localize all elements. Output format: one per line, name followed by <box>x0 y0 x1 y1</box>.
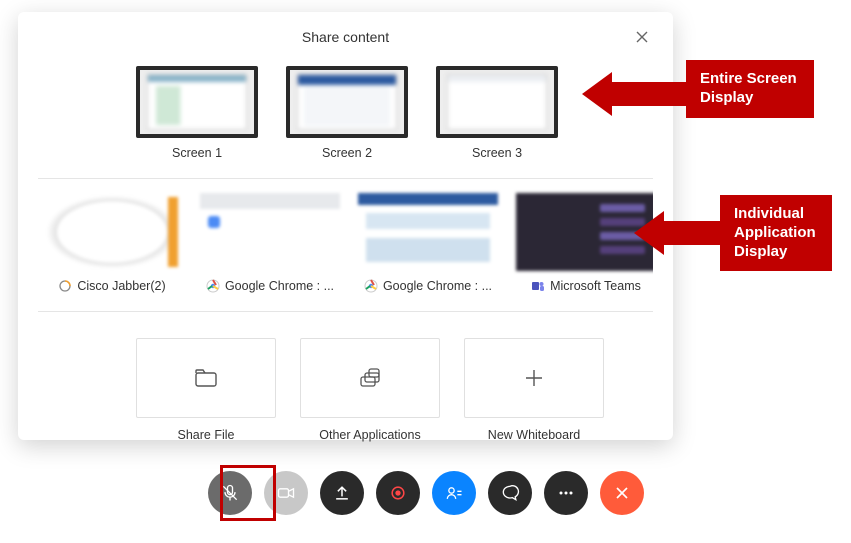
chrome-icon <box>364 279 378 293</box>
app-label: Google Chrome : ... <box>206 279 334 293</box>
end-call-button[interactable] <box>600 471 644 515</box>
share-button[interactable] <box>320 471 364 515</box>
app-label: Cisco Jabber(2) <box>58 279 165 293</box>
screen-label: Screen 2 <box>322 146 372 160</box>
app-label-text: Microsoft Teams <box>550 279 641 293</box>
app-preview <box>516 193 653 271</box>
screen-preview <box>436 66 558 138</box>
app-label: Google Chrome : ... <box>364 279 492 293</box>
participants-icon <box>444 483 464 503</box>
arrow-shaft <box>664 221 720 245</box>
app-label-text: Google Chrome : ... <box>225 279 334 293</box>
arrow-head-icon <box>634 211 664 255</box>
app-thumb-chrome-2[interactable]: Google Chrome : ... <box>358 193 498 293</box>
app-preview <box>42 193 182 271</box>
screen-label: Screen 3 <box>472 146 522 160</box>
app-label: Microsoft Teams <box>531 279 641 293</box>
app-label-text: Google Chrome : ... <box>383 279 492 293</box>
annotation-arrow <box>582 72 686 116</box>
callout-text: Individual Application Display <box>734 205 816 260</box>
folder-icon <box>193 365 219 391</box>
app-preview <box>200 193 340 271</box>
more-icon <box>556 483 576 503</box>
close-button[interactable] <box>631 26 653 48</box>
share-file-button[interactable] <box>136 338 276 418</box>
app-thumb-chrome-1[interactable]: Google Chrome : ... <box>200 193 340 293</box>
options-row: Share File Other Applications New Whiteb… <box>38 338 653 442</box>
participants-button[interactable] <box>432 471 476 515</box>
teams-icon <box>531 279 545 293</box>
screen-thumb-2[interactable]: Screen 2 <box>286 66 408 160</box>
callout-text: Entire Screen Display <box>700 70 797 106</box>
more-options-button[interactable] <box>544 471 588 515</box>
jabber-icon <box>58 279 72 293</box>
share-upload-icon <box>332 483 352 503</box>
stack-icon <box>357 365 383 391</box>
screen-label: Screen 1 <box>172 146 222 160</box>
annotation-callout-screens: Entire Screen Display <box>686 60 814 118</box>
option-label: New Whiteboard <box>488 428 580 442</box>
screens-row: Screen 1 Screen 2 Screen 3 <box>38 66 653 160</box>
screen-preview <box>286 66 408 138</box>
option-label: Share File <box>178 428 235 442</box>
share-scroll-area: Screen 1 Screen 2 Screen 3 <box>38 66 653 442</box>
share-content-panel: Share content Screen 1 Screen 2 <box>18 12 673 440</box>
close-icon <box>636 31 648 43</box>
apps-row: Cisco Jabber(2) Google Chrome : ... <box>38 193 653 293</box>
chat-button[interactable] <box>488 471 532 515</box>
chrome-icon <box>206 279 220 293</box>
app-thumb-jabber[interactable]: Cisco Jabber(2) <box>42 193 182 293</box>
close-icon <box>612 483 632 503</box>
app-thumb-teams[interactable]: Microsoft Teams <box>516 193 653 293</box>
screen-thumb-3[interactable]: Screen 3 <box>436 66 558 160</box>
arrow-shaft <box>612 82 686 106</box>
section-divider <box>38 178 653 179</box>
plus-icon <box>521 365 547 391</box>
new-whiteboard-button[interactable] <box>464 338 604 418</box>
option-label: Other Applications <box>319 428 420 442</box>
record-button[interactable] <box>376 471 420 515</box>
annotation-highlight-share <box>220 465 276 521</box>
screen-preview <box>136 66 258 138</box>
record-icon <box>388 483 408 503</box>
panel-header: Share content <box>38 22 653 52</box>
panel-title: Share content <box>302 29 389 45</box>
arrow-head-icon <box>582 72 612 116</box>
annotation-arrow <box>634 211 720 255</box>
section-divider <box>38 311 653 312</box>
app-label-text: Cisco Jabber(2) <box>77 279 165 293</box>
screen-thumb-1[interactable]: Screen 1 <box>136 66 258 160</box>
camera-icon <box>276 483 296 503</box>
other-applications-button[interactable] <box>300 338 440 418</box>
annotation-callout-apps: Individual Application Display <box>720 195 832 271</box>
chat-icon <box>500 483 520 503</box>
app-preview <box>358 193 498 271</box>
